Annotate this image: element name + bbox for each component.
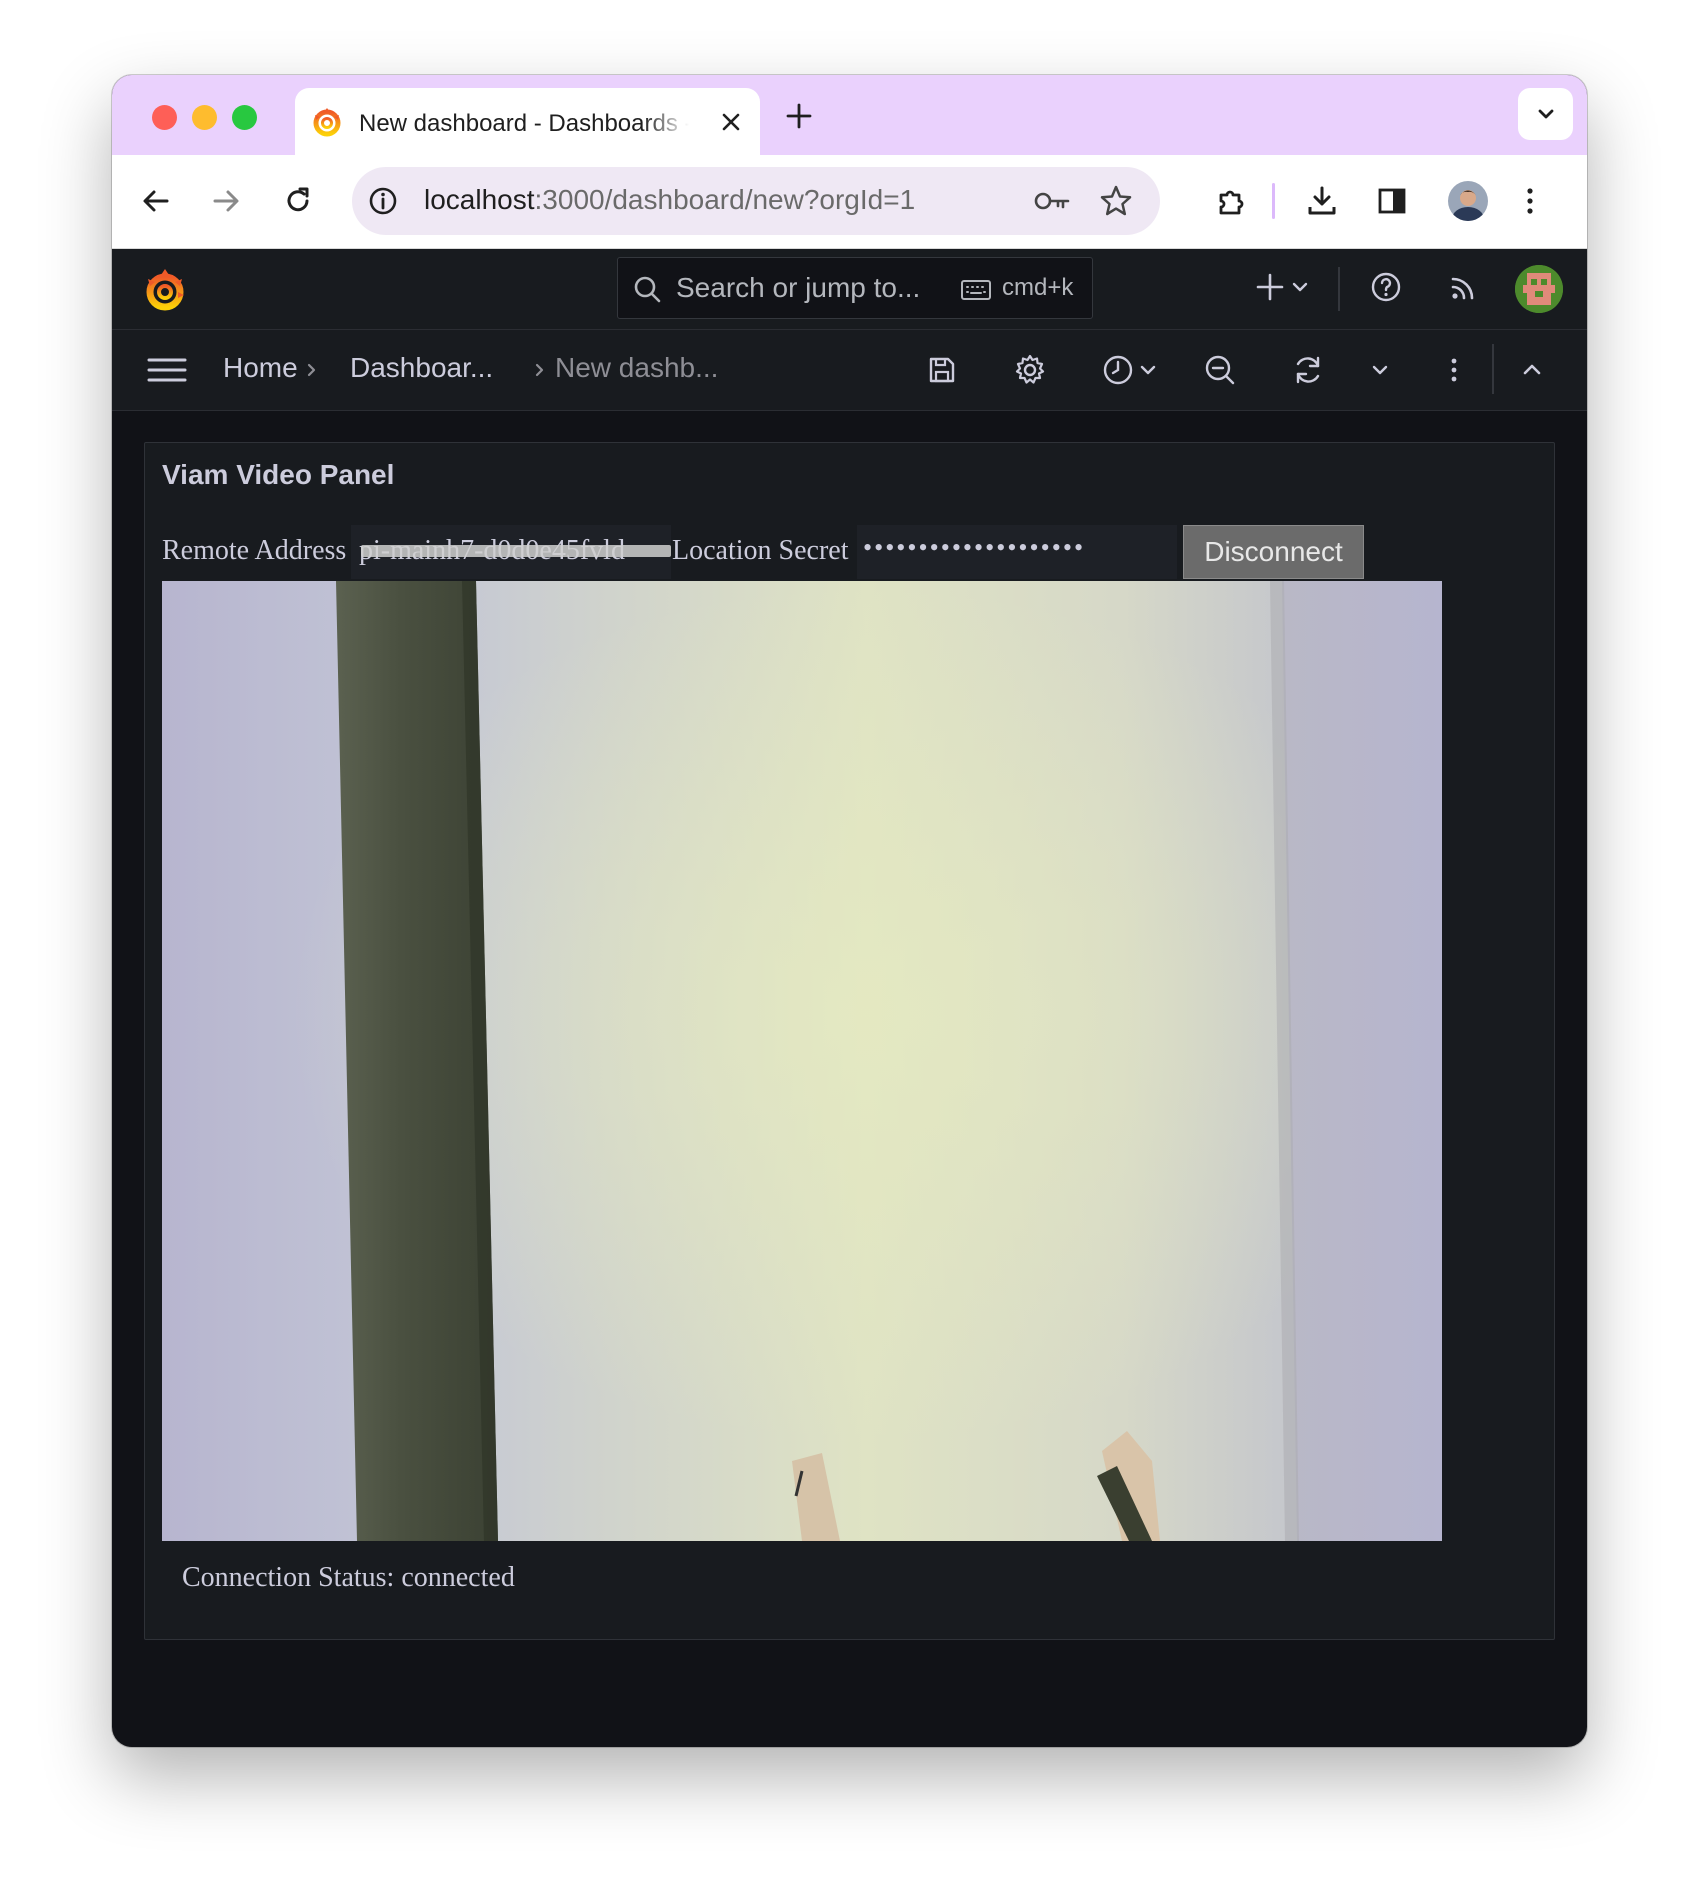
- chevron-down-icon: [1538, 109, 1554, 119]
- chevron-right-icon: [535, 363, 544, 377]
- download-icon[interactable]: [1304, 183, 1340, 219]
- toolbar-divider: [1272, 183, 1275, 219]
- video-stream: [162, 581, 1442, 1541]
- maximize-window-button[interactable]: [232, 105, 257, 130]
- viam-video-panel: Viam Video Panel Remote Address pi-mainh…: [144, 442, 1555, 1640]
- browser-window: New dashboard - Dashboards - Grafana: [112, 75, 1587, 1747]
- browser-tab[interactable]: New dashboard - Dashboards - Grafana: [295, 88, 760, 155]
- url-text[interactable]: localhost:3000/dashboard/new?orgId=1: [424, 184, 915, 216]
- rss-icon[interactable]: [1446, 269, 1482, 305]
- search-placeholder: Search or jump to...: [676, 272, 921, 303]
- close-icon[interactable]: [717, 108, 745, 136]
- close-window-button[interactable]: [152, 105, 177, 130]
- chevron-up-icon[interactable]: [1514, 352, 1550, 388]
- user-avatar[interactable]: [1515, 265, 1563, 313]
- star-icon[interactable]: [1098, 183, 1134, 219]
- location-secret-input[interactable]: ••••••••••••••••••••: [857, 525, 1177, 579]
- minimize-window-button[interactable]: [192, 105, 217, 130]
- search-shortcut: cmd+k: [1002, 274, 1074, 301]
- kebab-icon[interactable]: [1442, 352, 1466, 388]
- keyboard-icon: [961, 280, 991, 300]
- forward-icon[interactable]: [208, 183, 244, 219]
- dashboard-nav-bar: Home Dashboar... New dashb...: [112, 330, 1587, 411]
- search-icon: [634, 276, 661, 303]
- disconnect-button[interactable]: Disconnect: [1183, 525, 1364, 579]
- tab-strip: New dashboard - Dashboards - Grafana: [112, 75, 1587, 155]
- camera-frame-image: [162, 581, 1442, 1541]
- remote-address-label: Remote Address: [162, 535, 347, 566]
- refresh-icon[interactable]: [1290, 352, 1326, 388]
- profile-avatar[interactable]: [1448, 181, 1488, 221]
- remote-address-input[interactable]: pi-mainh7-d0d0e45fvld: [351, 525, 671, 579]
- extensions-icon[interactable]: [1214, 183, 1250, 219]
- tab-title: New dashboard - Dashboards - Grafana: [359, 110, 689, 137]
- connection-status: Connection Status: connected: [182, 1562, 515, 1593]
- plus-icon[interactable]: [784, 101, 814, 131]
- plus-icon[interactable]: [1252, 269, 1288, 305]
- chevron-down-icon[interactable]: [1368, 352, 1392, 388]
- save-icon[interactable]: [924, 352, 960, 388]
- address-bar[interactable]: localhost:3000/dashboard/new?orgId=1: [352, 167, 1160, 235]
- reload-icon[interactable]: [280, 183, 316, 219]
- grafana-logo-icon[interactable]: [142, 267, 188, 313]
- kebab-icon[interactable]: [1512, 183, 1548, 219]
- menu-icon[interactable]: [147, 356, 187, 384]
- info-icon[interactable]: [366, 184, 400, 218]
- redaction-bar: [361, 545, 671, 557]
- tab-search-button[interactable]: [1518, 88, 1573, 140]
- breadcrumb-home[interactable]: Home: [223, 352, 298, 384]
- help-icon[interactable]: [1368, 269, 1404, 305]
- zoom-out-icon[interactable]: [1202, 352, 1238, 388]
- gear-icon[interactable]: [1012, 352, 1048, 388]
- breadcrumb-dashboards[interactable]: Dashboar...: [350, 352, 493, 384]
- header-divider: [1338, 267, 1340, 311]
- location-secret-value: ••••••••••••••••••••: [863, 533, 1086, 562]
- breadcrumb-current: New dashb...: [555, 352, 719, 383]
- location-secret-label: Location Secret: [672, 535, 849, 566]
- key-icon[interactable]: [1032, 185, 1072, 217]
- browser-toolbar: localhost:3000/dashboard/new?orgId=1: [112, 155, 1587, 249]
- back-icon[interactable]: [138, 183, 174, 219]
- clock-icon[interactable]: [1100, 352, 1136, 388]
- search-bar[interactable]: Search or jump to... cmd+k: [617, 257, 1093, 319]
- chevron-down-icon[interactable]: [1136, 352, 1160, 388]
- grafana-top-bar: Search or jump to... cmd+k: [112, 249, 1587, 330]
- nav-divider: [1492, 344, 1494, 394]
- chevron-down-icon[interactable]: [1288, 269, 1312, 305]
- grafana-logo-icon: [313, 108, 341, 137]
- panel-title[interactable]: Viam Video Panel: [162, 459, 394, 491]
- side-panel-icon[interactable]: [1374, 183, 1410, 219]
- chevron-right-icon: [307, 363, 316, 377]
